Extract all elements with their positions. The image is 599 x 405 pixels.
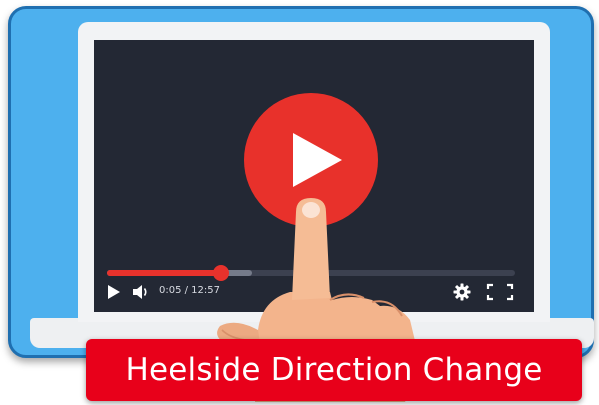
- progress-handle[interactable]: [213, 265, 229, 281]
- volume-button[interactable]: [132, 284, 150, 300]
- fullscreen-icon: [486, 283, 514, 301]
- video-title: Heelside Direction Change: [125, 352, 543, 388]
- big-play-button[interactable]: [244, 93, 378, 227]
- gear-icon: [453, 283, 471, 301]
- progress-fill: [107, 270, 221, 276]
- play-icon: [293, 133, 342, 187]
- video-thumbnail: 0:05 / 12:57 Heelside Direction Change: [0, 0, 599, 405]
- volume-icon: [133, 285, 147, 299]
- play-icon: [108, 285, 120, 299]
- fullscreen-button[interactable]: [486, 283, 514, 301]
- title-banner: Heelside Direction Change: [86, 339, 582, 401]
- play-button[interactable]: [106, 284, 122, 300]
- settings-button[interactable]: [453, 283, 471, 301]
- time-display: 0:05 / 12:57: [159, 285, 221, 296]
